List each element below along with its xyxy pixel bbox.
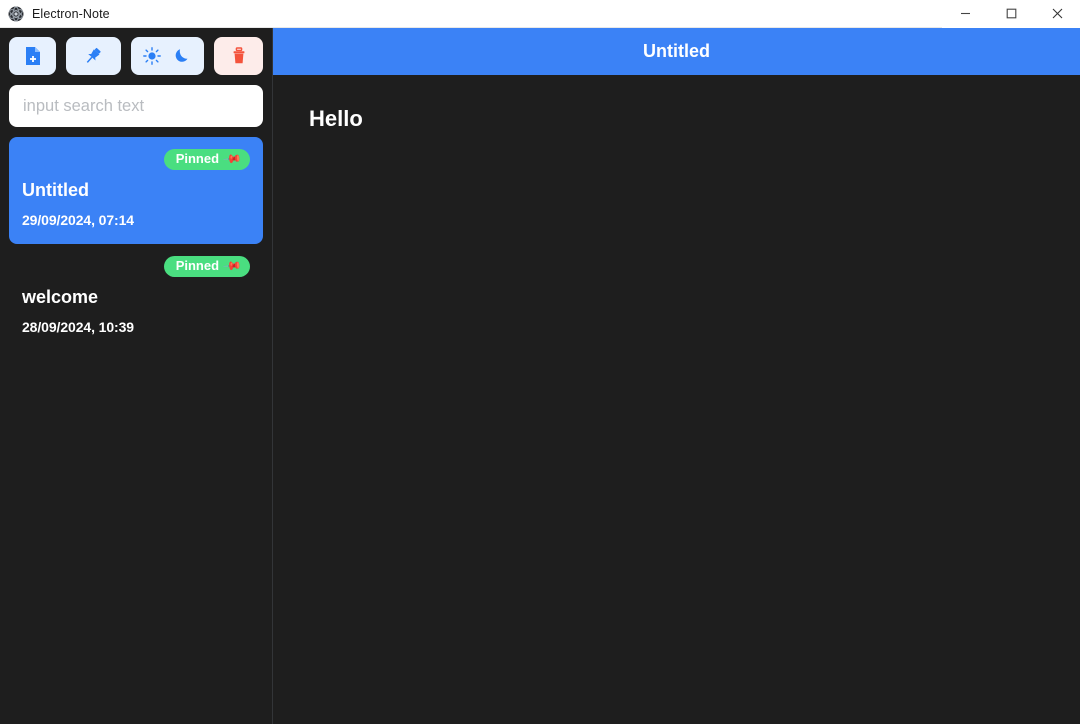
window-titlebar: Electron-Note: [0, 0, 1080, 28]
page-title: Untitled: [643, 41, 710, 62]
app-body: Pinned 📌 Untitled 29/09/2024, 07:14 Pinn…: [0, 28, 1080, 724]
minimize-icon[interactable]: [942, 0, 988, 28]
search-input[interactable]: [9, 85, 263, 127]
note-date: 28/09/2024, 10:39: [22, 318, 250, 336]
window-controls: [942, 0, 1080, 28]
electron-logo-icon: [8, 6, 24, 22]
note-list: Pinned 📌 Untitled 29/09/2024, 07:14 Pinn…: [9, 137, 263, 724]
note-title: welcome: [22, 286, 250, 308]
pin-icon: 📌: [223, 150, 242, 169]
maximize-icon[interactable]: [988, 0, 1034, 28]
app-window: Electron-Note: [0, 0, 1080, 724]
sun-icon: [143, 47, 161, 65]
trash-icon: [231, 47, 247, 65]
titlebar-left: Electron-Note: [0, 6, 942, 22]
note-list-item-untitled[interactable]: Pinned 📌 Untitled 29/09/2024, 07:14: [9, 137, 263, 244]
close-icon[interactable]: [1034, 0, 1080, 28]
pin-icon: 📌: [223, 257, 242, 276]
pin-note-button[interactable]: [66, 37, 121, 75]
moon-icon: [173, 47, 191, 65]
note-title: Untitled: [22, 179, 250, 201]
status-badge: Pinned 📌: [164, 256, 250, 277]
pinned-label: Pinned: [176, 151, 219, 167]
sidebar: Pinned 📌 Untitled 29/09/2024, 07:14 Pinn…: [0, 28, 273, 724]
note-list-item-welcome[interactable]: Pinned 📌 welcome 28/09/2024, 10:39: [9, 244, 263, 351]
pin-icon: [83, 46, 103, 66]
badge-row: Pinned 📌: [22, 149, 250, 170]
status-badge: Pinned 📌: [164, 149, 250, 170]
note-date: 29/09/2024, 07:14: [22, 211, 250, 229]
theme-toggle-button[interactable]: [131, 37, 204, 75]
delete-note-button[interactable]: [214, 37, 263, 75]
note-header: Untitled: [273, 28, 1080, 75]
new-note-button[interactable]: [9, 37, 56, 75]
note-editor[interactable]: Hello: [273, 75, 1080, 724]
file-plus-icon: [24, 46, 42, 66]
main-panel: Untitled Hello: [273, 28, 1080, 724]
search-container: [9, 83, 263, 137]
pinned-label: Pinned: [176, 258, 219, 274]
editor-heading: Hello: [309, 105, 1044, 133]
app-title: Electron-Note: [32, 7, 110, 21]
badge-row: Pinned 📌: [22, 256, 250, 277]
sidebar-toolbar: [9, 28, 263, 83]
